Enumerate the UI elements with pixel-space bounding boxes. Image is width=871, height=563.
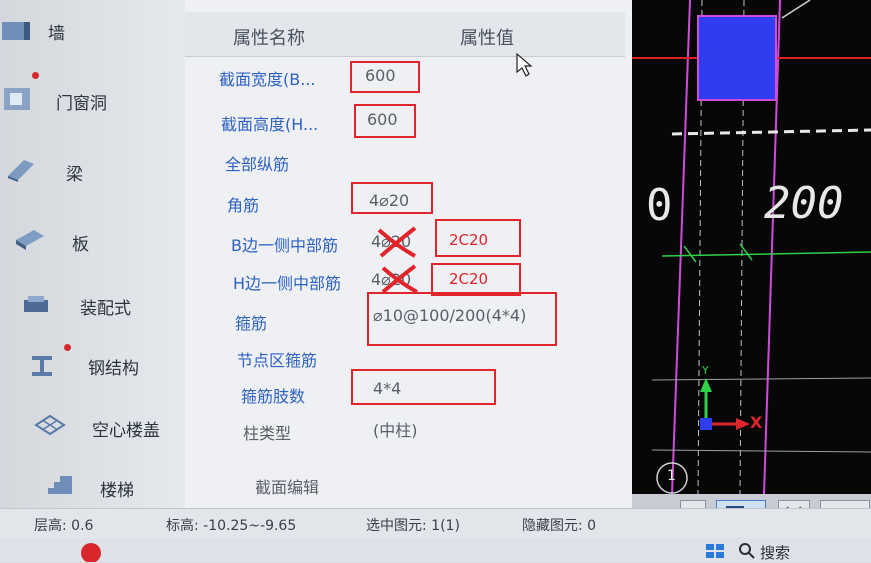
sidebar-item-label: 空心楼盖 [92, 421, 160, 441]
column-header-name: 属性名称 [233, 28, 305, 49]
notification-dot [32, 72, 39, 79]
axis-y-label: Y [702, 364, 709, 377]
sidebar-item-label: 板 [72, 235, 89, 255]
prefab-icon [24, 296, 48, 312]
taskbar: 搜索 [0, 538, 871, 562]
sidebar-item-label: 墙 [48, 24, 65, 44]
status-floor-height: 层高: 0.6 [34, 518, 94, 534]
sidebar-item-label: 装配式 [80, 299, 131, 319]
wall-icon [2, 22, 30, 40]
stairs-icon [48, 476, 72, 494]
property-name-corner-rebar: 角筋 [227, 196, 260, 215]
app-icon[interactable] [78, 540, 104, 562]
cross-mark-icon [377, 226, 417, 258]
property-name-height: 截面高度(H... [221, 115, 319, 134]
sidebar-item-label: 楼梯 [100, 481, 134, 501]
properties-header: 属性名称 属性值 [185, 12, 625, 77]
sidebar-item-hollow-floor[interactable]: 空心楼盖 [0, 402, 190, 448]
axis-x-label: X [750, 413, 763, 432]
sidebar-item-door-window[interactable]: 门窗洞 [0, 72, 190, 122]
annotation-box-stirrup-legs [351, 369, 496, 405]
sidebar-item-label: 梁 [66, 165, 83, 185]
cad-viewport[interactable]: 200 0 X Y 1 [632, 0, 871, 495]
steel-structure-icon [32, 356, 52, 376]
annotation-text-h-side: 2C20 [449, 270, 489, 288]
search-icon [739, 543, 755, 559]
property-name-stirrup-legs: 箍筋肢数 [241, 387, 306, 406]
annotation-box-width [350, 61, 420, 93]
component-sidebar: 墙 门窗洞 梁 板 装配式 钢结构 空心楼盖 楼梯 [0, 0, 190, 510]
app-window: 墙 门窗洞 梁 板 装配式 钢结构 空心楼盖 楼梯 属性名称 属性值 截面宽度(… [0, 0, 871, 562]
sidebar-item-label: 门窗洞 [56, 94, 107, 114]
property-name-stirrup: 箍筋 [235, 314, 268, 333]
sidebar-item-slab[interactable]: 板 [0, 216, 190, 262]
sidebar-item-prefab[interactable]: 装配式 [0, 280, 190, 326]
property-name-joint-stirrup: 节点区箍筋 [237, 351, 318, 370]
annotation-box-corner [351, 182, 433, 214]
sidebar-item-stairs[interactable]: 楼梯 [0, 462, 190, 508]
status-elevation: 标高: -10.25~-9.65 [166, 518, 297, 534]
section-edit-link[interactable]: 截面编辑 [255, 474, 319, 498]
taskbar-search[interactable]: 搜索 [760, 542, 790, 563]
cad-dimension-text: 200 [764, 178, 844, 229]
property-name-h-side-rebar: H边一侧中部筋 [233, 274, 342, 293]
mouse-cursor-icon [516, 52, 533, 77]
annotation-text-b-side: 2C20 [449, 231, 489, 249]
properties-panel: 属性名称 属性值 截面宽度(B... 600 截面高度(H... 600 全部纵… [185, 0, 635, 510]
property-name-column-type: 柱类型 [243, 424, 292, 443]
sidebar-item-steel[interactable]: 钢结构 [0, 340, 190, 386]
annotation-box-height [354, 104, 416, 138]
status-hidden: 隐藏图元: 0 [522, 518, 597, 534]
property-value-column-type[interactable]: (中柱) [373, 417, 418, 441]
hollow-floor-icon [34, 414, 66, 436]
column-header-value: 属性值 [460, 28, 514, 49]
annotation-box-stirrup [367, 292, 557, 346]
sidebar-item-beam[interactable]: 梁 [0, 148, 190, 194]
cad-corner-label: 1 [667, 468, 676, 484]
property-name-b-side-rebar: B边一侧中部筋 [231, 236, 338, 255]
sidebar-item-wall[interactable]: 墙 [0, 8, 190, 54]
sidebar-item-label: 钢结构 [88, 359, 139, 379]
door-window-icon [4, 88, 30, 110]
status-selected: 选中图元: 1(1) [366, 518, 460, 534]
status-bar: 层高: 0.6 标高: -10.25~-9.65 选中图元: 1(1) 隐藏图元… [0, 508, 871, 539]
slab-icon [16, 230, 44, 250]
cad-dimension-text-left: 0 [646, 180, 673, 231]
windows-start-icon[interactable] [704, 542, 726, 560]
property-name-all-rebar: 全部纵筋 [225, 155, 290, 174]
cross-mark-icon [381, 264, 418, 294]
notification-dot [64, 344, 71, 351]
property-name-width: 截面宽度(B... [219, 70, 316, 89]
beam-icon [8, 160, 34, 182]
cad-column[interactable] [697, 15, 777, 101]
